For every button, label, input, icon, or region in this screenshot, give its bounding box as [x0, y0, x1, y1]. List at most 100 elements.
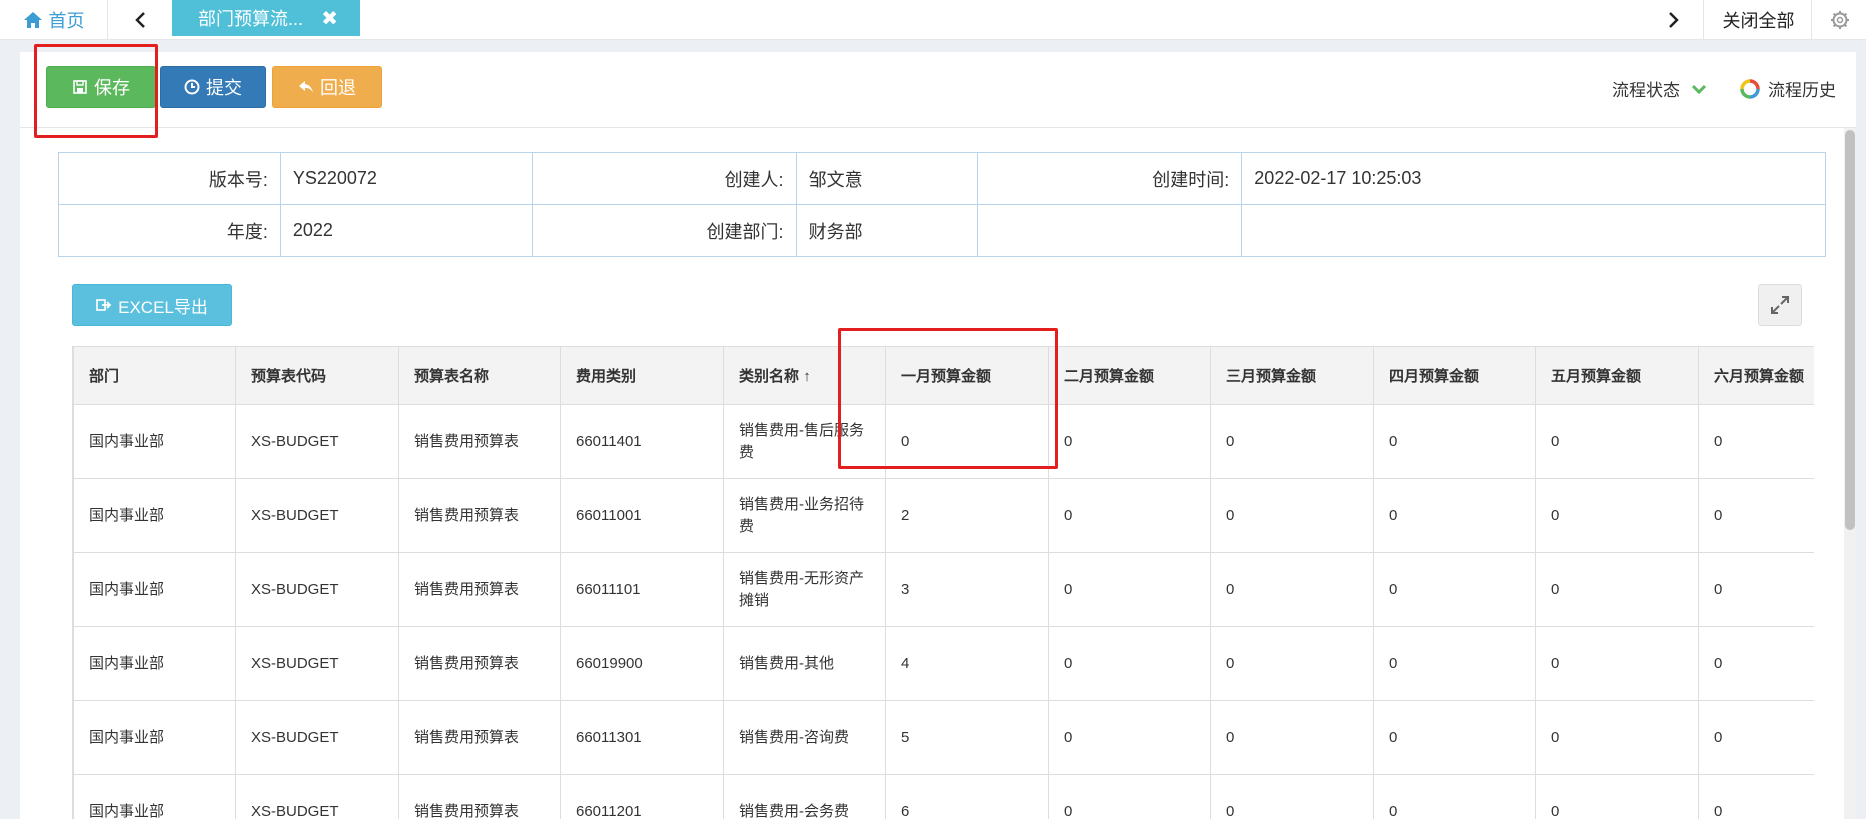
category-name-cell: 销售费用-咨询费	[723, 700, 886, 775]
column-header-feb[interactable]: 二月预算金额	[1048, 346, 1211, 405]
close-all-tabs-button[interactable]: 关闭全部	[1706, 0, 1812, 40]
feb-amount-cell: 0	[1048, 478, 1211, 553]
expand-icon	[1771, 296, 1789, 314]
mar-amount-cell: 0	[1210, 700, 1374, 775]
budget-name-cell: 销售费用预算表	[398, 774, 561, 819]
highlight-box-jan-column	[838, 328, 1058, 469]
export-icon	[96, 299, 112, 311]
table-row[interactable]: 国内事业部 XS-BUDGET 销售费用预算表 66011301 销售费用-咨询费 5 0 0…	[73, 700, 1814, 775]
column-header-jun[interactable]: 六月预算金额	[1698, 346, 1814, 405]
flow-status-toggle[interactable]: 流程状态	[1612, 76, 1708, 101]
reply-icon	[299, 81, 313, 93]
tab-bar: 首页 部门预算流... ✖ 关闭全部	[0, 0, 1866, 40]
sort-ascending-icon[interactable]: ↑	[803, 368, 811, 385]
jan-amount-cell[interactable]: 5	[885, 700, 1049, 775]
budget-name-cell: 销售费用预算表	[398, 478, 561, 553]
jun-amount-cell: 0	[1698, 700, 1814, 775]
budget-code-cell: XS-BUDGET	[235, 478, 399, 553]
column-header-mar[interactable]: 三月预算金额	[1210, 346, 1374, 405]
budget-name-cell: 销售费用预算表	[398, 626, 561, 701]
apr-amount-cell: 0	[1373, 774, 1536, 819]
category-name-label: 类别名称	[739, 368, 800, 385]
apr-amount-cell: 0	[1373, 404, 1536, 479]
jun-amount-cell: 0	[1698, 478, 1814, 553]
jan-amount-cell[interactable]: 6	[885, 774, 1049, 819]
budget-code-cell: XS-BUDGET	[235, 626, 399, 701]
created-time-value: 2022-02-17 10:25:03	[1241, 152, 1826, 205]
jun-amount-cell: 0	[1698, 774, 1814, 819]
tab-department-budget-label: 部门预算流...	[198, 9, 304, 29]
submit-button[interactable]: 提交	[160, 66, 266, 108]
column-header-budget-name[interactable]: 预算表名称	[398, 346, 561, 405]
feb-amount-cell: 0	[1048, 552, 1211, 627]
empty-cell	[1241, 204, 1826, 257]
flow-history-button[interactable]: 流程历史	[1740, 76, 1836, 101]
jan-amount-cell[interactable]: 2	[885, 478, 1049, 553]
tab-scroll-right-button[interactable]	[1644, 0, 1704, 40]
may-amount-cell: 0	[1535, 626, 1699, 701]
mar-amount-cell: 0	[1210, 552, 1374, 627]
budget-name-cell: 销售费用预算表	[398, 552, 561, 627]
rollback-button[interactable]: 回退	[272, 66, 382, 108]
table-row[interactable]: 国内事业部 XS-BUDGET 销售费用预算表 66011201 销售费用-会务费 6 0 0…	[73, 774, 1814, 819]
jun-amount-cell: 0	[1698, 404, 1814, 479]
excel-export-button[interactable]: EXCEL导出	[72, 284, 232, 326]
column-header-dept[interactable]: 部门	[73, 346, 236, 405]
gear-icon	[1831, 11, 1849, 29]
tab-scroll-left-button[interactable]	[110, 0, 170, 40]
ring-icon	[1740, 78, 1760, 99]
jun-amount-cell: 0	[1698, 626, 1814, 701]
year-value: 2022	[279, 204, 533, 257]
chevron-down-icon	[1691, 84, 1707, 94]
expense-type-cell: 66011101	[560, 552, 724, 627]
may-amount-cell: 0	[1535, 404, 1699, 479]
vertical-scrollbar-thumb[interactable]	[1845, 130, 1855, 530]
mar-amount-cell: 0	[1210, 478, 1374, 553]
table-row[interactable]: 国内事业部 XS-BUDGET 销售费用预算表 66011101 销售费用-无形资产摊销…	[73, 552, 1814, 627]
table-row[interactable]: 国内事业部 XS-BUDGET 销售费用预算表 66011001 销售费用-业务招待费 2…	[73, 478, 1814, 553]
excel-export-label: EXCEL导出	[118, 297, 208, 317]
expense-type-cell: 66011001	[560, 478, 724, 553]
category-name-cell: 销售费用-会务费	[723, 774, 886, 819]
settings-button[interactable]	[1818, 0, 1862, 40]
budget-code-cell: XS-BUDGET	[235, 700, 399, 775]
version-value: YS220072	[279, 152, 533, 205]
column-header-expense-type[interactable]: 费用类别	[560, 346, 724, 405]
feb-amount-cell: 0	[1048, 404, 1211, 479]
chevron-right-icon	[1668, 12, 1679, 28]
category-name-cell: 销售费用-其他	[723, 626, 886, 701]
close-icon[interactable]: ✖	[321, 6, 338, 31]
table-row[interactable]: 国内事业部 XS-BUDGET 销售费用预算表 66019900 销售费用-其他 4 0 0 0…	[73, 626, 1814, 701]
may-amount-cell: 0	[1535, 700, 1699, 775]
rollback-button-label: 回退	[320, 78, 356, 98]
mar-amount-cell: 0	[1210, 626, 1374, 701]
may-amount-cell: 0	[1535, 552, 1699, 627]
jun-amount-cell: 0	[1698, 552, 1814, 627]
jan-amount-cell[interactable]: 4	[885, 626, 1049, 701]
highlight-box-save	[34, 44, 158, 138]
created-time-label: 创建时间:	[977, 152, 1243, 205]
tab-home[interactable]: 首页	[0, 0, 108, 40]
info-row: 版本号: YS220072 创建人: 邹文意 创建时间: 2022-02-17 …	[58, 152, 1826, 205]
jan-amount-cell[interactable]: 3	[885, 552, 1049, 627]
empty-cell	[977, 204, 1243, 257]
dept-cell: 国内事业部	[73, 774, 236, 819]
year-label: 年度:	[58, 204, 281, 257]
tab-department-budget[interactable]: 部门预算流... ✖	[172, 0, 360, 36]
may-amount-cell: 0	[1535, 478, 1699, 553]
fullscreen-button[interactable]	[1758, 284, 1802, 326]
column-header-apr[interactable]: 四月预算金额	[1373, 346, 1536, 405]
flow-status-label: 流程状态	[1612, 81, 1680, 100]
budget-code-cell: XS-BUDGET	[235, 552, 399, 627]
submit-button-label: 提交	[206, 78, 242, 98]
column-header-budget-code[interactable]: 预算表代码	[235, 346, 399, 405]
apr-amount-cell: 0	[1373, 700, 1536, 775]
dept-value: 财务部	[795, 204, 979, 257]
budget-info-table: 版本号: YS220072 创建人: 邹文意 创建时间: 2022-02-17 …	[58, 152, 1826, 257]
dept-cell: 国内事业部	[73, 626, 236, 701]
budget-name-cell: 销售费用预算表	[398, 700, 561, 775]
feb-amount-cell: 0	[1048, 700, 1211, 775]
home-icon	[23, 12, 42, 28]
column-header-may[interactable]: 五月预算金额	[1535, 346, 1699, 405]
apr-amount-cell: 0	[1373, 552, 1536, 627]
